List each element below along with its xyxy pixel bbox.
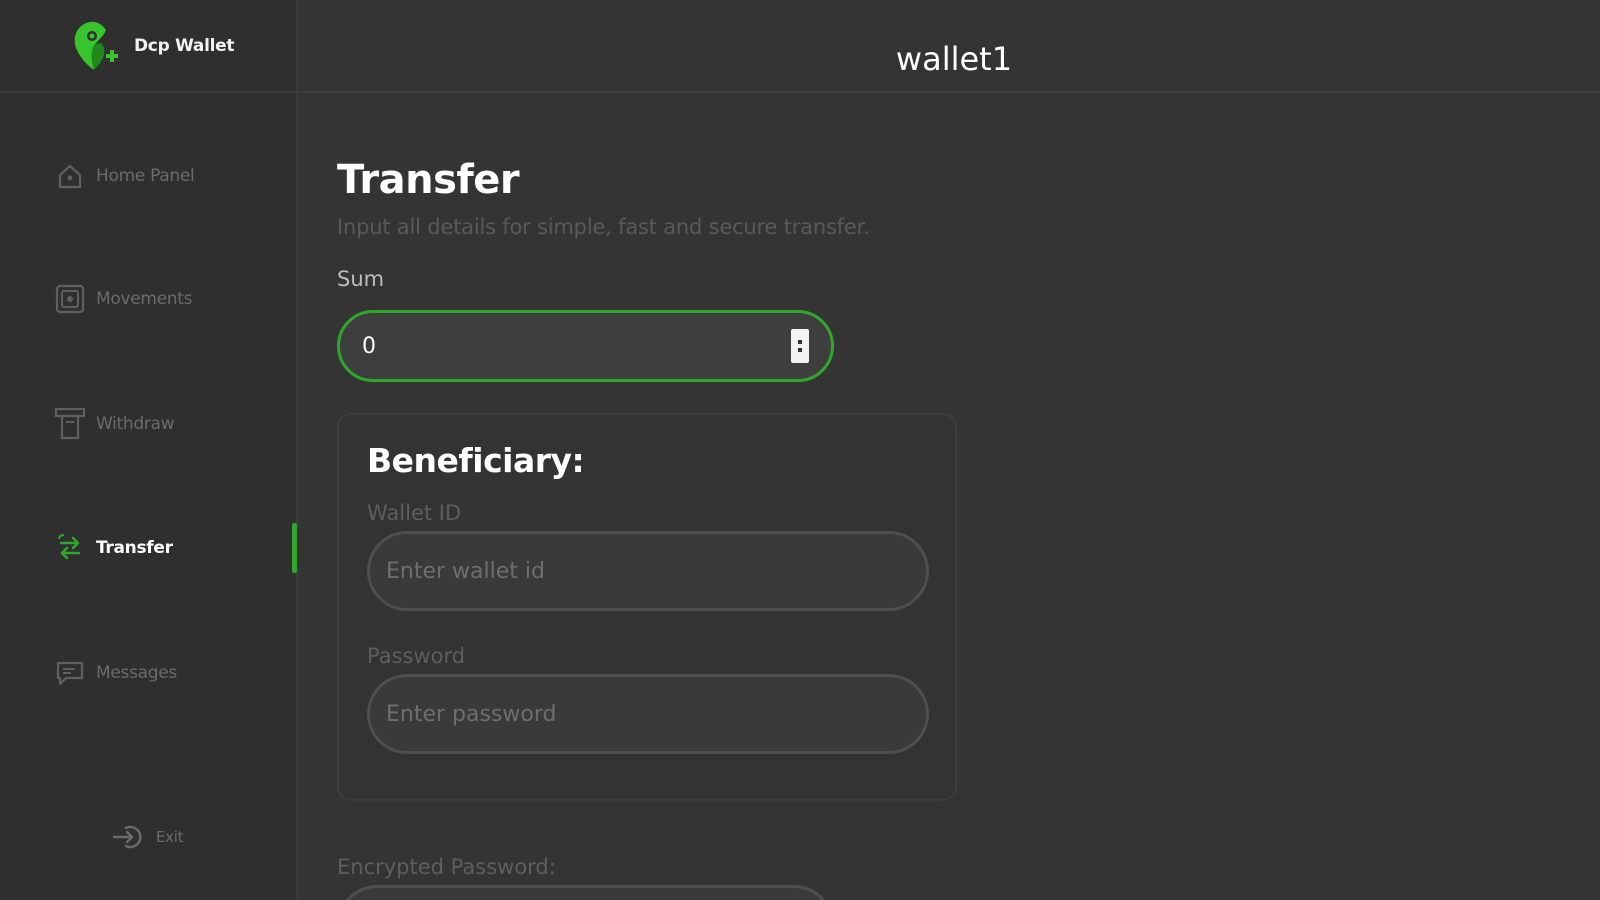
sidebar-item-home-panel[interactable]: Home Panel [54,158,195,194]
messages-icon [54,657,86,689]
sidebar-item-label: Home Panel [96,166,195,186]
sidebar-item-label: Withdraw [96,414,175,434]
brand-name: Dcp Wallet [134,35,235,56]
beneficiary-title: Beneficiary: [367,441,585,480]
sidebar-item-movements[interactable]: Movements [54,281,193,317]
sidebar-item-withdraw[interactable]: Withdraw [54,406,175,442]
exit-label: Exit [156,828,184,846]
password-label: Password [367,644,466,668]
wallet-logo-icon [74,21,118,70]
app-window: Dcp Wallet Home Panel Movements Withdraw [0,0,1600,900]
brand: Dcp Wallet [0,0,298,93]
sidebar-item-messages[interactable]: Messages [54,655,177,691]
movements-icon [54,283,86,315]
sidebar: Dcp Wallet Home Panel Movements Withdraw [0,0,298,900]
sum-label: Sum [337,267,385,291]
beneficiary-card: Beneficiary: Wallet ID Password [337,413,957,801]
home-icon [54,160,86,192]
exit-button[interactable]: Exit [112,822,184,852]
sidebar-item-transfer[interactable]: Transfer [54,530,173,566]
number-spinner[interactable] [791,329,809,363]
transfer-panel: Transfer Input all details for simple, f… [298,95,1600,900]
password-input[interactable] [367,674,929,754]
page-subtitle: Input all details for simple, fast and s… [337,215,870,239]
transfer-icon [54,532,86,564]
withdraw-icon [54,407,86,440]
encrypted-password-input[interactable] [337,885,834,900]
encrypted-password-label: Encrypted Password: [337,855,556,879]
sum-field [337,310,834,382]
sidebar-item-label: Messages [96,663,177,683]
page-title: Transfer [337,157,520,203]
wallet-id-input[interactable] [367,531,929,611]
wallet-id-label: Wallet ID [367,501,462,525]
sidebar-item-label: Transfer [96,538,173,558]
exit-icon [112,822,148,852]
top-header: wallet1 [298,0,1600,93]
wallet-name: wallet1 [895,40,1013,78]
sum-input[interactable] [360,313,760,379]
sidebar-item-label: Movements [96,289,193,309]
active-indicator [292,523,297,573]
